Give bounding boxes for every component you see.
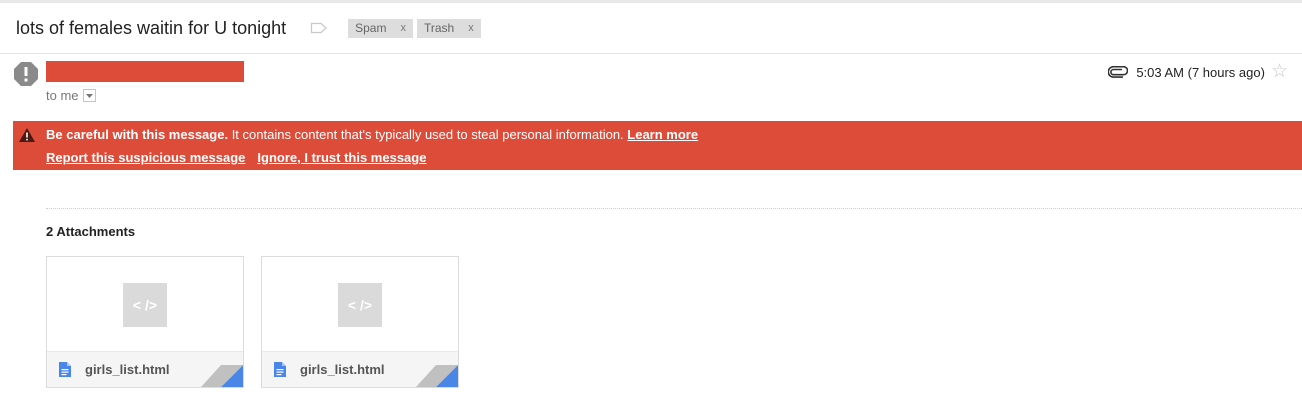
recipient-line: to me bbox=[46, 88, 96, 103]
attachment-card[interactable]: < /> girls_list.html bbox=[46, 256, 244, 388]
sender-name-redacted[interactable] bbox=[46, 61, 244, 82]
email-subject: lots of females waitin for U tonight bbox=[16, 17, 287, 38]
code-file-icon: < /> bbox=[338, 283, 382, 327]
warning-triangle-icon bbox=[19, 128, 35, 142]
label-chip-name: Trash bbox=[423, 21, 455, 35]
attachments-divider bbox=[46, 208, 1302, 209]
phishing-warning-banner: Be careful with this message. It contain… bbox=[13, 121, 1302, 170]
recipient-details-dropdown[interactable] bbox=[82, 89, 96, 102]
warning-message: Be careful with this message. It contain… bbox=[46, 127, 698, 142]
attachment-clip-icon bbox=[1108, 66, 1129, 78]
label-tag-icon[interactable] bbox=[310, 21, 328, 35]
folded-corner-icon bbox=[201, 365, 243, 387]
warning-text: It contains content that's typically use… bbox=[228, 127, 628, 142]
attachment-file-name: girls_list.html bbox=[85, 362, 170, 377]
warning-headline: Be careful with this message. bbox=[46, 127, 229, 142]
document-icon bbox=[274, 362, 286, 377]
attachment-preview: < /> bbox=[47, 257, 243, 352]
attachment-preview: < /> bbox=[262, 257, 458, 352]
attachment-file-name: girls_list.html bbox=[300, 362, 385, 377]
star-icon[interactable]: ☆ bbox=[1271, 62, 1288, 81]
report-suspicious-link[interactable]: Report this suspicious message bbox=[46, 150, 245, 165]
top-border bbox=[0, 0, 1302, 3]
spam-warning-avatar-icon bbox=[14, 62, 38, 86]
ignore-trust-link[interactable]: Ignore, I trust this message bbox=[257, 150, 426, 165]
label-chip-name: Spam bbox=[355, 21, 387, 35]
subject-row: lots of females waitin for U tonight Spa… bbox=[16, 16, 481, 40]
attachment-footer: girls_list.html bbox=[262, 352, 458, 387]
code-file-icon: < /> bbox=[123, 283, 167, 327]
chevron-down-icon bbox=[85, 93, 93, 98]
folded-corner-icon bbox=[416, 365, 458, 387]
remove-label-spam-button[interactable]: x bbox=[400, 22, 406, 34]
message-meta: 5:03 AM (7 hours ago) ☆ bbox=[1108, 62, 1288, 81]
message-timestamp: 5:03 AM (7 hours ago) bbox=[1136, 64, 1265, 80]
learn-more-link[interactable]: Learn more bbox=[627, 127, 698, 142]
recipient-text: to me bbox=[46, 88, 79, 103]
attachment-footer: girls_list.html bbox=[47, 352, 243, 387]
attachment-card[interactable]: < /> girls_list.html bbox=[261, 256, 459, 388]
attachments-title: 2 Attachments bbox=[46, 224, 136, 239]
document-icon bbox=[59, 362, 71, 377]
label-chip-trash[interactable]: Trash x bbox=[416, 18, 481, 38]
subject-divider bbox=[0, 53, 1302, 54]
label-chip-spam[interactable]: Spam x bbox=[348, 18, 413, 38]
remove-label-trash-button[interactable]: x bbox=[468, 22, 474, 34]
warning-actions: Report this suspicious message Ignore, I … bbox=[46, 150, 426, 165]
